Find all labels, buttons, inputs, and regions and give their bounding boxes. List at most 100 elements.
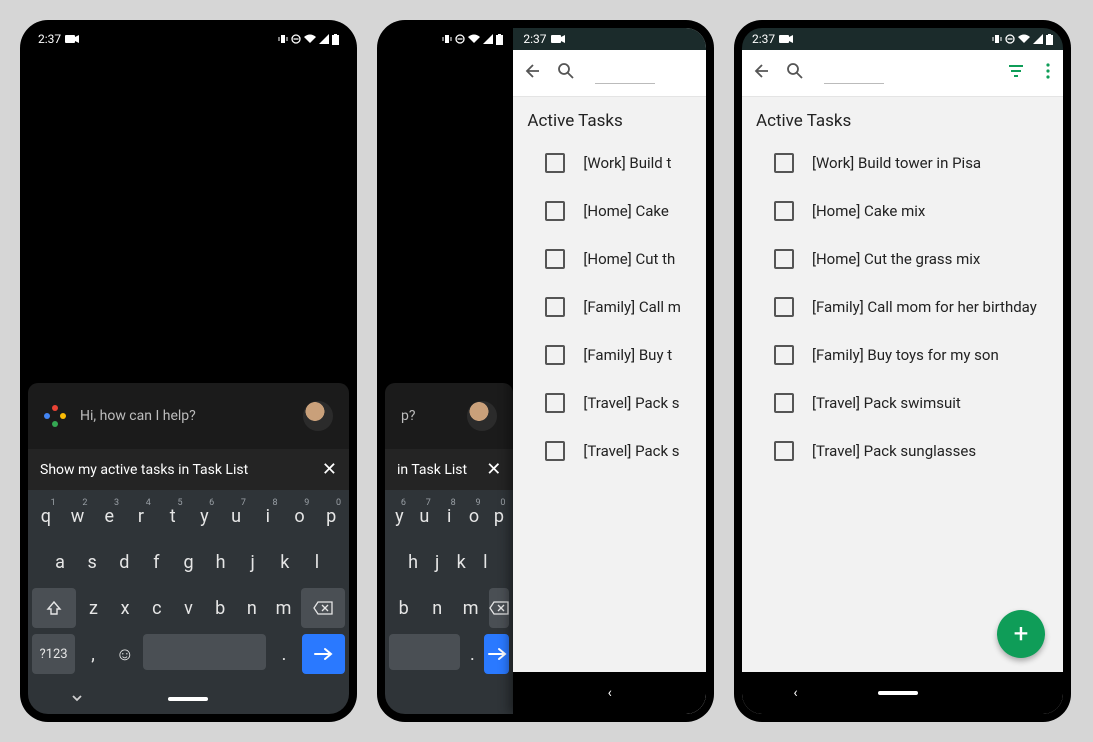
key-s[interactable]: s <box>78 542 106 582</box>
task-item[interactable]: [Family] Buy t <box>513 331 706 379</box>
filter-icon[interactable] <box>1007 62 1025 84</box>
key-v[interactable]: v <box>175 588 203 628</box>
key-k[interactable]: k <box>271 542 299 582</box>
key-l[interactable]: l <box>475 542 495 582</box>
shift-key[interactable] <box>32 588 76 628</box>
key-j[interactable]: j <box>427 542 447 582</box>
task-item[interactable]: [Family] Buy toys for my son <box>742 331 1063 379</box>
key-y[interactable]: y6 <box>191 496 219 536</box>
period-key[interactable]: . <box>270 634 298 674</box>
task-checkbox[interactable] <box>545 345 565 365</box>
nav-home-pill[interactable] <box>878 691 918 695</box>
period-key[interactable]: . <box>464 634 480 674</box>
key-e[interactable]: e3 <box>95 496 123 536</box>
keyboard[interactable]: q1w2e3r4t5y6u7i8o9p0 asdfghjkl zxcvbnm ?… <box>28 490 349 684</box>
back-arrow-icon[interactable] <box>521 61 541 85</box>
backspace-key[interactable] <box>301 588 345 628</box>
key-j[interactable]: j <box>239 542 267 582</box>
task-checkbox[interactable] <box>545 393 565 413</box>
key-h[interactable]: h <box>403 542 423 582</box>
task-item[interactable]: [Travel] Pack sunglasses <box>742 427 1063 475</box>
symbols-key[interactable]: ?123 <box>32 634 75 674</box>
key-b[interactable]: b <box>389 588 418 628</box>
send-key[interactable] <box>484 634 509 674</box>
task-checkbox[interactable] <box>545 297 565 317</box>
key-d[interactable]: d <box>110 542 138 582</box>
key-n[interactable]: n <box>422 588 451 628</box>
key-a[interactable]: a <box>46 542 74 582</box>
key-m[interactable]: m <box>456 588 485 628</box>
task-item[interactable]: [Travel] Pack swimsuit <box>742 379 1063 427</box>
close-icon[interactable]: ✕ <box>322 459 337 480</box>
key-p[interactable]: p0 <box>317 496 345 536</box>
key-g[interactable]: g <box>174 542 202 582</box>
task-checkbox[interactable] <box>545 201 565 221</box>
task-checkbox[interactable] <box>774 345 794 365</box>
task-item[interactable]: [Home] Cake <box>513 187 706 235</box>
key-u[interactable]: u7 <box>222 496 250 536</box>
key-m[interactable]: m <box>270 588 298 628</box>
key-y[interactable]: y6 <box>389 496 410 536</box>
key-c[interactable]: c <box>143 588 171 628</box>
keyboard[interactable]: y6u7i8o9p0 hjkl bnm . <box>385 490 513 684</box>
close-icon[interactable]: ✕ <box>486 459 501 480</box>
task-checkbox[interactable] <box>545 441 565 461</box>
task-checkbox[interactable] <box>774 249 794 269</box>
comma-key[interactable]: , <box>79 634 107 674</box>
task-item[interactable]: [Home] Cake mix <box>742 187 1063 235</box>
search-icon[interactable] <box>786 62 804 84</box>
key-i[interactable]: i8 <box>254 496 282 536</box>
nav-back-icon[interactable]: ‹ <box>793 685 797 701</box>
task-item[interactable]: [Work] Build tower in Pisa <box>742 139 1063 187</box>
task-checkbox[interactable] <box>774 201 794 221</box>
key-r[interactable]: r4 <box>127 496 155 536</box>
task-item[interactable]: [Family] Call m <box>513 283 706 331</box>
key-n[interactable]: n <box>238 588 266 628</box>
key-b[interactable]: b <box>206 588 234 628</box>
task-checkbox[interactable] <box>774 441 794 461</box>
task-item[interactable]: [Family] Call mom for her birthday <box>742 283 1063 331</box>
key-f[interactable]: f <box>142 542 170 582</box>
key-o[interactable]: o9 <box>286 496 314 536</box>
nav-home-pill[interactable] <box>168 697 208 701</box>
task-checkbox[interactable] <box>774 393 794 413</box>
key-o[interactable]: o9 <box>464 496 485 536</box>
emoji-key[interactable]: ☺ <box>111 634 139 674</box>
assistant-input-bar[interactable]: Show my active tasks in Task List ✕ <box>28 449 349 490</box>
task-item[interactable]: [Home] Cut the grass mix <box>742 235 1063 283</box>
task-item[interactable]: [Travel] Pack s <box>513 379 706 427</box>
search-icon[interactable] <box>557 62 575 84</box>
key-z[interactable]: z <box>80 588 108 628</box>
key-x[interactable]: x <box>111 588 139 628</box>
space-key[interactable] <box>143 634 266 670</box>
key-u[interactable]: u7 <box>414 496 435 536</box>
key-h[interactable]: h <box>207 542 235 582</box>
task-checkbox[interactable] <box>774 297 794 317</box>
task-checkbox[interactable] <box>545 153 565 173</box>
task-checkbox[interactable] <box>774 153 794 173</box>
key-i[interactable]: i8 <box>439 496 460 536</box>
key-t[interactable]: t5 <box>159 496 187 536</box>
more-vert-icon[interactable] <box>1041 62 1055 84</box>
task-item[interactable]: [Home] Cut th <box>513 235 706 283</box>
key-k[interactable]: k <box>451 542 471 582</box>
key-q[interactable]: q1 <box>32 496 60 536</box>
task-item[interactable]: [Travel] Pack s <box>513 427 706 475</box>
user-avatar[interactable] <box>303 401 333 431</box>
key-w[interactable]: w2 <box>64 496 92 536</box>
key-l[interactable]: l <box>303 542 331 582</box>
task-item[interactable]: [Work] Build t <box>513 139 706 187</box>
assistant-input-bar[interactable]: in Task List ✕ <box>385 449 513 490</box>
back-arrow-icon[interactable] <box>750 61 770 85</box>
backspace-key[interactable] <box>489 588 509 628</box>
key-p[interactable]: p0 <box>489 496 510 536</box>
add-task-fab[interactable]: + <box>997 610 1045 658</box>
task-checkbox[interactable] <box>545 249 565 269</box>
search-input[interactable] <box>824 83 884 84</box>
search-input[interactable] <box>595 83 655 84</box>
nav-back-icon[interactable]: ‹ <box>608 685 612 701</box>
send-key[interactable] <box>302 634 345 674</box>
space-key[interactable] <box>389 634 460 670</box>
user-avatar[interactable] <box>467 401 497 431</box>
nav-chevron-down-icon[interactable] <box>70 690 84 709</box>
